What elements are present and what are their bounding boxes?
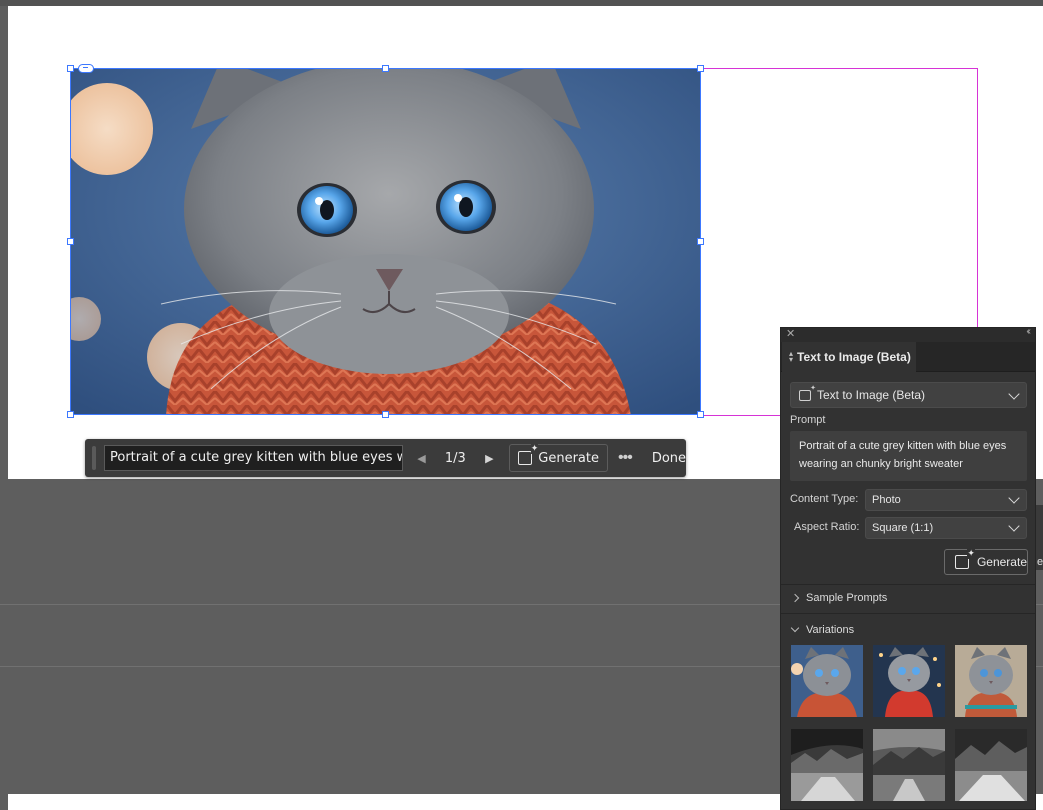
sample-prompts-label: Sample Prompts	[806, 592, 888, 604]
prompt-textarea[interactable]: Portrait of a cute grey kitten with blue…	[790, 431, 1027, 481]
resize-handle-top-right[interactable]	[697, 65, 704, 72]
taskbar-generate-label: Generate	[538, 450, 599, 466]
text-to-image-panel: ✕ ‹‹ ▴▾ Text to Image (Beta) Text to Ima…	[780, 326, 1036, 810]
tab-text-to-image[interactable]: ▴ ▾ Text to Image (Beta)	[782, 342, 916, 372]
contextual-task-bar: Portrait of a cute grey kitten with blue…	[85, 439, 686, 477]
more-options-icon[interactable]: •••	[618, 449, 633, 467]
prompt-input[interactable]: Portrait of a cute grey kitten with blue…	[104, 445, 404, 471]
panel-title-bar[interactable]: ✕ ‹‹	[781, 326, 1035, 342]
variation-thumbnail[interactable]	[955, 645, 1027, 717]
variation-thumbnail[interactable]	[873, 729, 945, 801]
landscape-thumbnail	[791, 729, 863, 801]
resize-handle-top-left[interactable]	[67, 65, 74, 72]
aspect-ratio-label: Aspect Ratio:	[794, 521, 860, 533]
divider	[781, 613, 1035, 614]
taskbar-generate-button[interactable]: Generate	[509, 444, 608, 472]
variation-thumbnail[interactable]	[791, 645, 863, 717]
generated-kitten-image	[71, 69, 700, 414]
generate-icon	[518, 444, 539, 465]
tab-label: Text to Image (Beta)	[797, 350, 911, 364]
landscape-thumbnail	[955, 729, 1027, 801]
resize-handle-bottom-right[interactable]	[697, 411, 704, 418]
resize-handle-top[interactable]	[382, 65, 389, 72]
panel-generate-label: Generate	[976, 555, 1027, 569]
tab-sort-icon: ▴ ▾	[789, 349, 794, 364]
variations-label: Variations	[806, 624, 855, 636]
done-button[interactable]: Done	[652, 451, 686, 466]
edge-panel-text: er	[1037, 556, 1043, 568]
variation-pager: 1/3	[444, 450, 466, 466]
feature-dropdown-value: Text to Image (Beta)	[817, 388, 926, 402]
aspect-ratio-select[interactable]: Square (1:1)	[865, 517, 1027, 539]
landscape-thumbnail	[873, 729, 945, 801]
kitten-thumbnail	[955, 645, 1027, 717]
text-to-image-icon	[799, 384, 816, 401]
resize-handle-right[interactable]	[697, 238, 704, 245]
chevron-right-icon	[790, 593, 800, 603]
kitten-thumbnail	[873, 645, 945, 717]
close-icon[interactable]: ✕	[786, 327, 795, 340]
kitten-thumbnail	[791, 645, 863, 717]
previous-variation-icon[interactable]: ◀	[407, 452, 435, 465]
chevron-down-icon	[1008, 520, 1020, 532]
next-variation-icon[interactable]: ▶	[475, 452, 503, 465]
resize-handle-left[interactable]	[67, 238, 74, 245]
content-type-select[interactable]: Photo	[865, 489, 1027, 511]
divider	[781, 584, 1035, 585]
image-frame[interactable]	[70, 68, 701, 415]
aspect-ratio-value: Square (1:1)	[872, 522, 934, 534]
variation-thumbnail[interactable]	[791, 729, 863, 801]
generate-icon	[955, 548, 975, 569]
prompt-label: Prompt	[790, 414, 826, 426]
variation-thumbnail[interactable]	[873, 645, 945, 717]
sample-prompts-toggle[interactable]: Sample Prompts	[790, 592, 888, 604]
panel-tab-strip: ▴ ▾ Text to Image (Beta)	[781, 342, 1035, 372]
variations-toggle[interactable]: Variations	[790, 623, 855, 636]
taskbar-drag-handle[interactable]	[92, 446, 96, 470]
chevron-down-icon	[790, 623, 800, 633]
resize-handle-bottom-left[interactable]	[67, 411, 74, 418]
frame-link-icon[interactable]	[78, 64, 94, 73]
chevron-down-icon	[1008, 492, 1020, 504]
chevron-down-icon	[1008, 388, 1020, 400]
content-type-label: Content Type:	[790, 493, 859, 505]
panel-generate-button[interactable]: Generate	[944, 548, 1028, 575]
variation-thumbnail[interactable]	[955, 729, 1027, 801]
feature-dropdown[interactable]: Text to Image (Beta)	[790, 382, 1027, 408]
content-type-value: Photo	[872, 494, 901, 506]
collapse-icon[interactable]: ‹‹	[1026, 326, 1030, 337]
resize-handle-bottom[interactable]	[382, 411, 389, 418]
